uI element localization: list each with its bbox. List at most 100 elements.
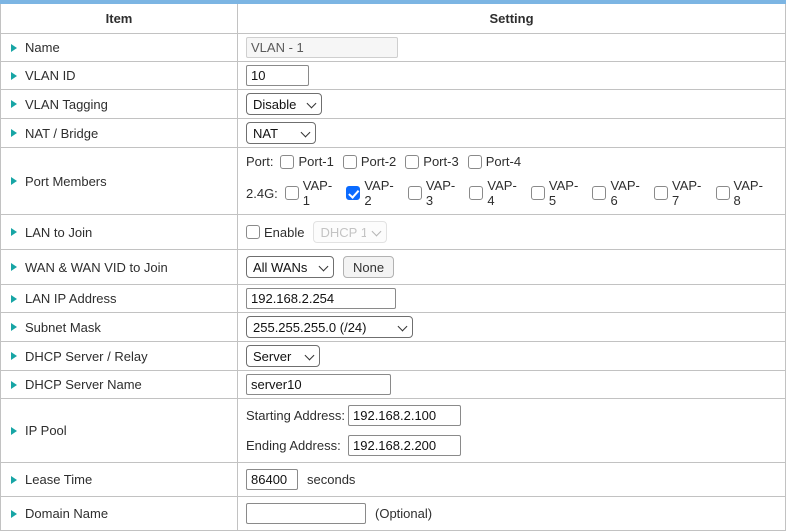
vlan-tagging-select-wrapper: Disable — [246, 93, 322, 115]
row-name: Name — [1, 34, 786, 62]
port-1-checkbox[interactable]: Port-1 — [280, 154, 333, 169]
vap-4-checkbox[interactable]: VAP-4 — [469, 178, 522, 208]
row-arrow-icon — [11, 323, 17, 331]
dhcp-server-name-input[interactable] — [246, 374, 391, 395]
vap-1-checkbox[interactable]: VAP-1 — [285, 178, 338, 208]
row-arrow-icon — [11, 263, 17, 271]
vlan-name-input — [246, 37, 398, 58]
subnet-mask-select-wrapper: 255.255.255.0 (/24) — [246, 316, 413, 338]
subnet-mask-select[interactable]: 255.255.255.0 (/24) — [246, 316, 413, 338]
vap-6-checkbox[interactable]: VAP-6 — [592, 178, 645, 208]
row-label: VLAN ID — [25, 68, 76, 83]
vap-3-checkbox-input[interactable] — [408, 186, 422, 200]
row-dhcp-mode: DHCP Server / Relay Server — [1, 342, 786, 371]
checkbox-label: VAP-7 — [672, 178, 707, 208]
port-checkbox-group: Port: Port-1 Port-2 Port-3 Port-4 — [246, 154, 777, 169]
row-nat-bridge: NAT / Bridge NAT — [1, 119, 786, 148]
column-header-item: Item — [1, 2, 238, 34]
row-label: Subnet Mask — [25, 320, 101, 335]
lan-join-enable-checkbox[interactable]: Enable — [246, 225, 304, 240]
row-label: NAT / Bridge — [25, 126, 98, 141]
domain-optional-label: (Optional) — [375, 506, 432, 521]
row-domain-name: Domain Name (Optional) — [1, 497, 786, 531]
checkbox-label: VAP-3 — [426, 178, 461, 208]
row-label: VLAN Tagging — [25, 97, 108, 112]
row-vlan-id: VLAN ID — [1, 62, 786, 90]
checkbox-label: VAP-8 — [734, 178, 769, 208]
row-label: LAN IP Address — [25, 291, 117, 306]
port-1-checkbox-input[interactable] — [280, 155, 294, 169]
checkbox-label: VAP-1 — [303, 178, 338, 208]
domain-name-input[interactable] — [246, 503, 366, 524]
lan-join-dhcp-select: DHCP 1 — [313, 221, 387, 243]
vap-7-checkbox-input[interactable] — [654, 186, 668, 200]
vap-5-checkbox-input[interactable] — [531, 186, 545, 200]
row-arrow-icon — [11, 295, 17, 303]
row-arrow-icon — [11, 427, 17, 435]
lan-ip-input[interactable] — [246, 288, 396, 309]
row-vlan-tagging: VLAN Tagging Disable — [1, 90, 786, 119]
port-3-checkbox-input[interactable] — [405, 155, 419, 169]
nat-bridge-select[interactable]: NAT — [246, 122, 316, 144]
port-2-checkbox[interactable]: Port-2 — [343, 154, 396, 169]
vlan-settings-table: Item Setting Name VLAN ID VLAN Tagging D… — [0, 0, 786, 531]
dhcp-mode-select[interactable]: Server — [246, 345, 320, 367]
vap-group-prefix: 2.4G: — [246, 186, 278, 201]
checkbox-label: VAP-6 — [610, 178, 645, 208]
row-wan-join: WAN & WAN VID to Join All WANs None — [1, 250, 786, 285]
port-3-checkbox[interactable]: Port-3 — [405, 154, 458, 169]
row-port-members: Port Members Port: Port-1 Port-2 Port-3 … — [1, 148, 786, 215]
vap-8-checkbox[interactable]: VAP-8 — [716, 178, 769, 208]
starting-address-label: Starting Address: — [246, 408, 348, 423]
vap-4-checkbox-input[interactable] — [469, 186, 483, 200]
lease-time-input[interactable] — [246, 469, 298, 490]
row-arrow-icon — [11, 44, 17, 52]
vap-1-checkbox-input[interactable] — [285, 186, 299, 200]
vap-3-checkbox[interactable]: VAP-3 — [408, 178, 461, 208]
port-4-checkbox[interactable]: Port-4 — [468, 154, 521, 169]
row-label: Name — [25, 40, 60, 55]
wan-select-wrapper: All WANs — [246, 256, 334, 278]
checkbox-label: VAP-4 — [487, 178, 522, 208]
vlan-id-input[interactable] — [246, 65, 309, 86]
table-header-row: Item Setting — [1, 2, 786, 34]
row-label: DHCP Server / Relay — [25, 349, 148, 364]
vap-6-checkbox-input[interactable] — [592, 186, 606, 200]
vap-5-checkbox[interactable]: VAP-5 — [531, 178, 584, 208]
vap-8-checkbox-input[interactable] — [716, 186, 730, 200]
vap-7-checkbox[interactable]: VAP-7 — [654, 178, 707, 208]
wan-vid-none-button[interactable]: None — [343, 256, 394, 278]
row-lease-time: Lease Time seconds — [1, 463, 786, 497]
starting-address-input[interactable] — [348, 405, 461, 426]
checkbox-label: Port-3 — [423, 154, 458, 169]
ending-address-input[interactable] — [348, 435, 461, 456]
vap-2-checkbox[interactable]: VAP-2 — [346, 178, 399, 208]
row-arrow-icon — [11, 352, 17, 360]
wan-select[interactable]: All WANs — [246, 256, 334, 278]
lan-join-enable-checkbox-input[interactable] — [246, 225, 260, 239]
row-arrow-icon — [11, 177, 17, 185]
row-label: Lease Time — [25, 472, 92, 487]
vap-checkbox-group: 2.4G: VAP-1 VAP-2 VAP-3 VAP-4 VAP-5 VAP-… — [246, 178, 777, 208]
lan-join-dhcp-select-wrapper: DHCP 1 — [313, 221, 387, 243]
nat-bridge-select-wrapper: NAT — [246, 122, 316, 144]
row-label: LAN to Join — [25, 225, 92, 240]
checkbox-label: Port-1 — [298, 154, 333, 169]
port-4-checkbox-input[interactable] — [468, 155, 482, 169]
lease-time-unit-label: seconds — [307, 472, 355, 487]
vlan-tagging-select[interactable]: Disable — [246, 93, 322, 115]
checkbox-label: VAP-5 — [549, 178, 584, 208]
row-arrow-icon — [11, 510, 17, 518]
checkbox-label: Enable — [264, 225, 304, 240]
checkbox-label: Port-4 — [486, 154, 521, 169]
row-arrow-icon — [11, 228, 17, 236]
row-label: Domain Name — [25, 506, 108, 521]
row-label: Port Members — [25, 174, 107, 189]
row-label: IP Pool — [25, 423, 67, 438]
vap-2-checkbox-input[interactable] — [346, 186, 360, 200]
row-lan-to-join: LAN to Join Enable DHCP 1 — [1, 215, 786, 250]
row-arrow-icon — [11, 100, 17, 108]
column-header-setting: Setting — [238, 2, 786, 34]
port-2-checkbox-input[interactable] — [343, 155, 357, 169]
row-label: DHCP Server Name — [25, 377, 142, 392]
